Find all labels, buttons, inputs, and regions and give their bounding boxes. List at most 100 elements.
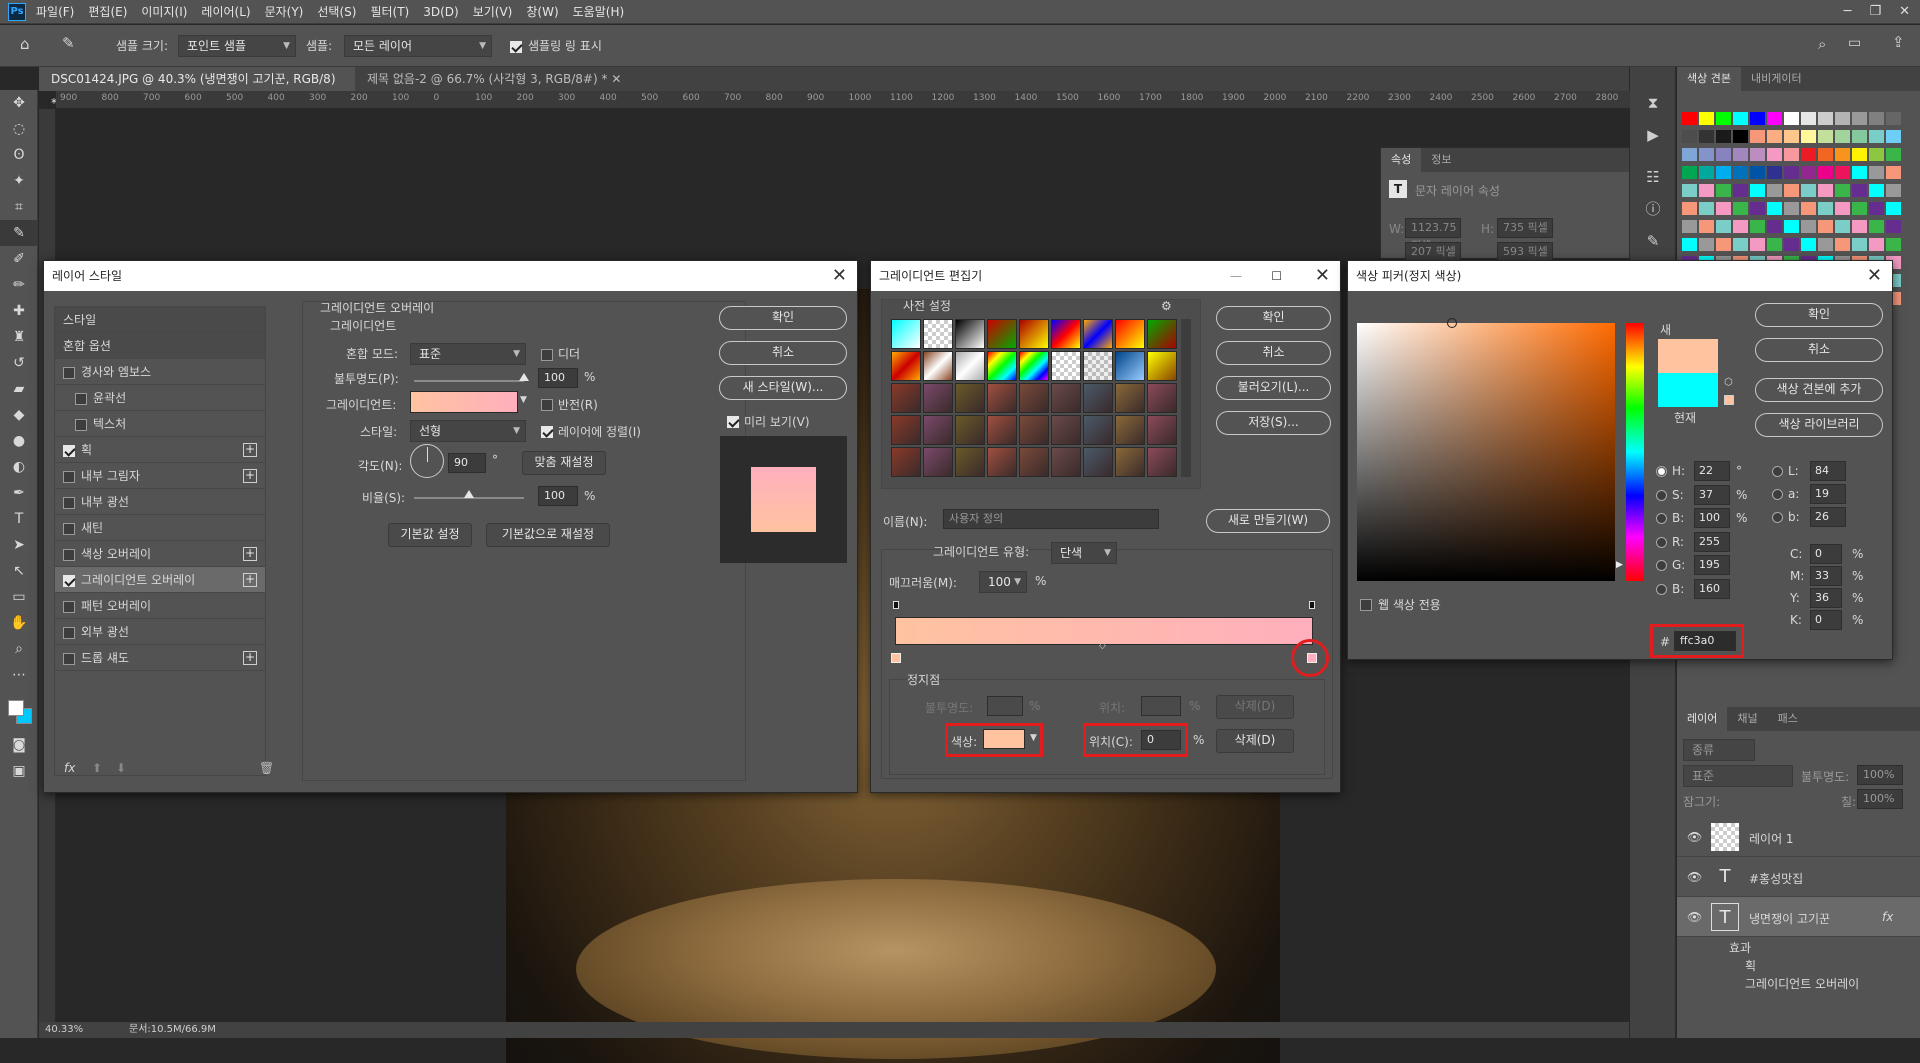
gradient-preset[interactable] bbox=[1147, 383, 1177, 413]
screen-mode-icon[interactable]: ▣ bbox=[0, 758, 38, 784]
tab-channels[interactable]: 채널 bbox=[1727, 707, 1767, 731]
move-down-icon[interactable]: ⬇ bbox=[116, 761, 126, 775]
gradient-preset[interactable] bbox=[923, 447, 953, 477]
gradient-preset[interactable] bbox=[1019, 351, 1049, 381]
gradient-preset[interactable] bbox=[1147, 351, 1177, 381]
paint-bucket-tool-icon[interactable]: ◆ bbox=[0, 402, 38, 428]
sample-select[interactable]: 모든 레이어 ▼ bbox=[344, 35, 492, 57]
reset-align-button[interactable]: 맞춤 재설정 bbox=[522, 451, 606, 475]
color-value-input[interactable]: 255 bbox=[1694, 531, 1730, 552]
color-swatch[interactable] bbox=[1852, 220, 1867, 233]
add-icon[interactable]: + bbox=[243, 651, 257, 665]
lasso-tool-icon[interactable]: ʘ bbox=[0, 142, 38, 168]
color-swatch[interactable] bbox=[1682, 220, 1697, 233]
style-checkbox[interactable] bbox=[63, 600, 75, 613]
quick-mask-icon[interactable]: ◙ bbox=[0, 732, 38, 758]
gradient-preset[interactable] bbox=[923, 383, 953, 413]
effect-item[interactable]: 그레이디언트 오버레이 bbox=[1745, 975, 1859, 992]
default-button[interactable]: 기본값 설정 bbox=[388, 523, 472, 547]
type-tool-icon[interactable]: T bbox=[0, 506, 38, 532]
history-brush-tool-icon[interactable]: ↺ bbox=[0, 350, 38, 376]
color-swatch[interactable] bbox=[1699, 238, 1714, 251]
gradient-preset[interactable] bbox=[923, 319, 953, 349]
gradient-preset[interactable] bbox=[987, 415, 1017, 445]
color-swatch[interactable] bbox=[1750, 238, 1765, 251]
cancel-button[interactable]: 취소 bbox=[1216, 341, 1331, 365]
color-swatch[interactable] bbox=[1784, 220, 1799, 233]
gradient-preset[interactable] bbox=[955, 319, 985, 349]
dodge-tool-icon[interactable]: ◐ bbox=[0, 454, 38, 480]
color-swatch[interactable] bbox=[1886, 184, 1901, 197]
color-swatch[interactable] bbox=[1699, 220, 1714, 233]
color-swatch[interactable] bbox=[1852, 112, 1867, 125]
tab-properties[interactable]: 속성 bbox=[1381, 148, 1422, 172]
color-swatch[interactable] bbox=[1716, 238, 1731, 251]
gradient-preset[interactable] bbox=[955, 383, 985, 413]
color-swatch[interactable] bbox=[1767, 184, 1782, 197]
color-swatch[interactable] bbox=[1801, 130, 1816, 143]
color-swatch[interactable] bbox=[1886, 148, 1901, 161]
gradient-swatch[interactable] bbox=[410, 391, 518, 413]
menu-item[interactable]: 선택(S) bbox=[317, 0, 356, 24]
magic-wand-tool-icon[interactable]: ✦ bbox=[0, 168, 38, 194]
layer-row[interactable]: 👁 T 냉면쟁이 고기꾼 fx bbox=[1677, 897, 1920, 937]
color-swatch[interactable] bbox=[1852, 148, 1867, 161]
color-swatch[interactable] bbox=[1784, 184, 1799, 197]
menu-item[interactable]: 창(W) bbox=[526, 0, 558, 24]
gradient-preset[interactable] bbox=[1051, 351, 1081, 381]
gradient-preset[interactable] bbox=[891, 447, 921, 477]
color-swatch[interactable] bbox=[1835, 148, 1850, 161]
y-input[interactable]: 593 픽셀 bbox=[1497, 242, 1553, 262]
color-mode-radio[interactable] bbox=[1656, 489, 1667, 501]
color-swatch[interactable] bbox=[1733, 112, 1748, 125]
color-swatch[interactable] bbox=[1733, 202, 1748, 215]
gradient-preset[interactable] bbox=[1051, 415, 1081, 445]
color-swatch[interactable] bbox=[1835, 202, 1850, 215]
eye-icon[interactable]: 👁 bbox=[1687, 830, 1702, 844]
color-swatch[interactable] bbox=[1767, 220, 1782, 233]
gradient-preset[interactable] bbox=[1147, 319, 1177, 349]
style-item[interactable]: 획 + bbox=[55, 437, 265, 463]
gradient-preset[interactable] bbox=[1083, 447, 1113, 477]
gradient-preset[interactable] bbox=[987, 351, 1017, 381]
style-item[interactable]: 색상 오버레이 + bbox=[55, 541, 265, 567]
layer-row[interactable]: 👁 T #홍성맛집 bbox=[1677, 857, 1920, 897]
gradient-preset[interactable] bbox=[1019, 319, 1049, 349]
gradient-preset[interactable] bbox=[1115, 415, 1145, 445]
reset-default-button[interactable]: 기본값으로 재설정 bbox=[486, 523, 610, 547]
dither-checkbox[interactable] bbox=[541, 348, 553, 361]
color-swatch[interactable] bbox=[1886, 220, 1901, 233]
home-icon[interactable]: ⌂ bbox=[20, 35, 30, 53]
color-mode-radio[interactable] bbox=[1772, 512, 1783, 523]
gradient-preset[interactable] bbox=[1083, 351, 1113, 381]
web-only-checkbox[interactable] bbox=[1360, 598, 1372, 611]
hue-slider[interactable] bbox=[1626, 323, 1644, 581]
sample-size-select[interactable]: 포인트 샘플 ▼ bbox=[178, 35, 296, 57]
color-swatch[interactable] bbox=[1716, 148, 1731, 161]
gradient-preset[interactable] bbox=[1019, 447, 1049, 477]
color-swatch[interactable] bbox=[1716, 130, 1731, 143]
new-style-button[interactable]: 새 스타일(W)... bbox=[719, 376, 847, 400]
effect-item[interactable]: 획 bbox=[1745, 957, 1756, 974]
color-field-marker[interactable] bbox=[1447, 318, 1457, 328]
color-mode-radio[interactable] bbox=[1656, 560, 1667, 571]
eye-icon[interactable]: 👁 bbox=[1687, 870, 1702, 884]
style-item[interactable]: 외부 광선 bbox=[55, 619, 265, 645]
style-item[interactable]: 스타일 bbox=[55, 307, 265, 333]
color-swatch[interactable] bbox=[1750, 202, 1765, 215]
color-swatch[interactable] bbox=[1750, 130, 1765, 143]
opacity-stop-left[interactable] bbox=[893, 601, 899, 609]
color-swatch[interactable] bbox=[1869, 166, 1884, 179]
move-up-icon[interactable]: ⬆ bbox=[92, 761, 102, 775]
color-swatch[interactable] bbox=[1852, 184, 1867, 197]
color-swatch[interactable] bbox=[1699, 112, 1714, 125]
name-input[interactable]: 사용자 정의 bbox=[943, 509, 1159, 529]
preset-scrollbar[interactable] bbox=[1181, 319, 1191, 477]
close-icon[interactable]: ✕ bbox=[832, 261, 847, 291]
brush-tool-icon[interactable]: ✐ bbox=[0, 246, 38, 272]
style-item[interactable]: 그레이디언트 오버레이 + bbox=[55, 567, 265, 593]
color-value-input[interactable]: 19 bbox=[1810, 484, 1846, 504]
layer-blend-select[interactable]: 표준 bbox=[1683, 765, 1793, 787]
ok-button[interactable]: 확인 bbox=[719, 306, 847, 330]
scale-input[interactable]: 100 bbox=[538, 486, 578, 506]
